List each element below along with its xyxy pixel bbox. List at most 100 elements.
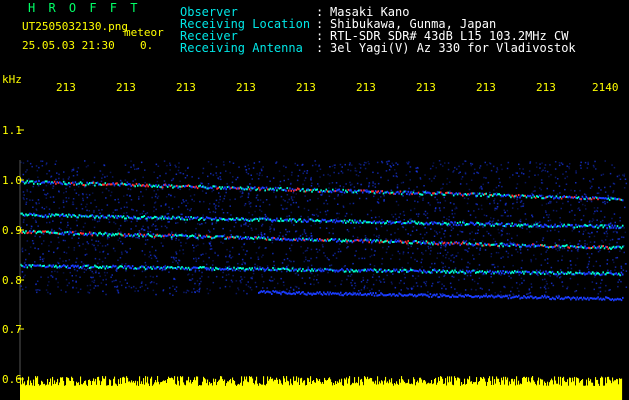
noise-dot (135, 287, 137, 290)
noise-dot (364, 285, 366, 287)
noise-dot (570, 264, 572, 266)
noise-dot (528, 176, 530, 178)
noise-dot (310, 225, 312, 227)
noise-dot (193, 194, 196, 196)
signal-trace (620, 271, 623, 274)
power-bar-segment (167, 379, 169, 400)
noise-dot (554, 242, 557, 244)
noise-dot (129, 188, 132, 191)
noise-dot (218, 192, 220, 194)
noise-dot (85, 269, 87, 271)
noise-dot (503, 209, 505, 211)
power-bar-segment (234, 381, 236, 400)
noise-dot (273, 191, 275, 193)
noise-dot (29, 199, 31, 201)
power-bar-segment (148, 383, 150, 400)
noise-dot (313, 214, 315, 216)
noise-dot (409, 166, 412, 168)
noise-dot (81, 208, 84, 210)
power-bar-segment (244, 376, 246, 400)
noise-dot (241, 263, 243, 266)
noise-dot (383, 195, 385, 197)
signal-trace (443, 241, 446, 244)
signal-trace (374, 269, 377, 272)
noise-dot (330, 264, 333, 266)
noise-dot (544, 278, 546, 280)
noise-dot (91, 270, 93, 273)
noise-dot (307, 260, 309, 262)
noise-dot (614, 221, 616, 224)
noise-dot (166, 213, 168, 215)
signal-trace (204, 218, 207, 221)
noise-dot (540, 253, 542, 255)
signal-trace (421, 193, 424, 196)
noise-dot (424, 233, 426, 236)
noise-dot (603, 232, 605, 234)
power-bar-segment (220, 376, 222, 400)
noise-dot (445, 256, 447, 259)
noise-dot (353, 287, 356, 290)
noise-dot (486, 230, 488, 233)
power-bar-segment (100, 385, 102, 400)
noise-dot (286, 201, 289, 204)
signal-trace (619, 274, 621, 277)
power-bar-segment (133, 381, 135, 400)
signal-trace (101, 214, 104, 217)
noise-dot (616, 231, 618, 233)
noise-dot (444, 200, 447, 202)
noise-dot (542, 237, 545, 239)
noise-dot (93, 161, 96, 164)
noise-dot (310, 235, 312, 237)
noise-dot (462, 219, 465, 222)
power-bar-segment (159, 384, 161, 400)
noise-dot (96, 220, 99, 223)
signal-trace (278, 220, 281, 223)
noise-dot (185, 199, 187, 202)
signal-trace (138, 235, 140, 238)
signal-trace (231, 269, 234, 272)
noise-dot (445, 288, 447, 290)
power-bar-segment (38, 384, 40, 400)
noise-dot (480, 204, 483, 207)
noise-dot (75, 192, 78, 194)
noise-dot (25, 201, 28, 204)
noise-dot (400, 182, 403, 184)
noise-dot (80, 203, 83, 206)
power-bar-segment (116, 384, 118, 400)
signal-trace (33, 182, 35, 185)
noise-dot (501, 233, 503, 236)
power-bar-segment (145, 376, 147, 400)
noise-dot (181, 202, 183, 204)
noise-dot (625, 182, 628, 185)
signal-trace (330, 191, 333, 194)
noise-dot (168, 206, 170, 209)
signal-trace (361, 191, 364, 194)
noise-dot (479, 187, 481, 189)
signal-trace (595, 224, 598, 227)
noise-dot (112, 211, 114, 214)
signal-trace (451, 221, 454, 224)
noise-dot (78, 245, 81, 247)
noise-dot (380, 281, 382, 283)
signal-trace (116, 216, 118, 219)
noise-dot (113, 221, 115, 224)
power-bar-segment (111, 385, 113, 400)
noise-dot (448, 181, 451, 183)
noise-dot (613, 261, 615, 264)
noise-dot (555, 248, 557, 250)
noise-dot (197, 244, 199, 246)
power-bar-segment (169, 378, 171, 400)
noise-dot (506, 232, 508, 235)
noise-dot (593, 241, 596, 243)
noise-dot (365, 162, 367, 164)
noise-dot (39, 258, 42, 261)
noise-dot (347, 169, 349, 171)
noise-dot (31, 225, 33, 228)
noise-dot (328, 281, 331, 283)
noise-dot (68, 282, 70, 284)
signal-trace (139, 217, 142, 220)
signal-trace (66, 264, 69, 267)
noise-dot (373, 254, 376, 256)
noise-dot (403, 214, 406, 216)
noise-dot (378, 234, 380, 237)
